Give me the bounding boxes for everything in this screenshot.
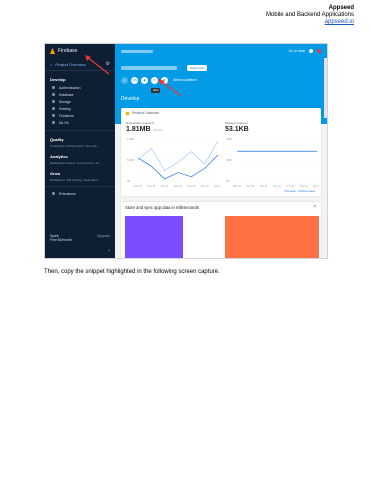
scrollbar[interactable] (324, 58, 327, 118)
series-line (137, 154, 219, 180)
stat-value: 1.81MB -46.3% (126, 126, 162, 133)
y-tick-label: 0B (127, 180, 130, 183)
x-tick-label: Nov 20 (148, 185, 156, 188)
x-tick-label: Nov 19 (134, 185, 142, 188)
notifications-icon[interactable] (309, 49, 313, 53)
grow-subtitle: Predictions, A/B Testing, Cloud Mes... (50, 178, 100, 182)
ios-button[interactable]: iOS (131, 76, 138, 84)
firebase-screenshot: Firebase ⌂ Project Overview ⚙ Develop Au… (44, 43, 328, 259)
promo-illustration (225, 216, 319, 258)
header-subtitle: Mobile and Backend Applications (265, 12, 354, 18)
plan-description: Free $0/month (50, 238, 73, 242)
x-tick-label: Nov 25 (214, 185, 220, 188)
top-bar: Go to docs (115, 44, 327, 58)
analytics-heading[interactable]: Analytics (45, 148, 115, 161)
users-icon (52, 86, 55, 89)
series-line (137, 140, 219, 171)
x-tick-label: Nov 21 (161, 185, 169, 188)
caption-text: Then, copy the snippet highlighted in th… (44, 269, 220, 275)
plan-block: Spark Free $0/month Upgrade (50, 234, 110, 242)
header-title: Appseed (328, 5, 354, 11)
x-tick-label: Nov 19 (233, 185, 241, 188)
plan-chip[interactable]: Spark plan (187, 65, 208, 71)
header-link[interactable]: appseed.io (266, 19, 354, 26)
firebase-logo-icon (50, 48, 55, 54)
grow-heading[interactable]: Grow (45, 165, 115, 178)
brand-label: Firebase (58, 48, 78, 54)
database-icon (52, 93, 55, 96)
sidebar-item-label: Functions (59, 113, 74, 118)
add-app-button[interactable]: + (121, 76, 128, 84)
x-tick-label: Nov 23 (188, 185, 196, 188)
x-tick-label: Nov 24 (300, 185, 308, 188)
sidebar-item-authentication[interactable]: Authentication (45, 84, 115, 91)
sidebar-item-database[interactable]: Database (45, 91, 115, 98)
project-title (121, 66, 177, 70)
upgrade-button[interactable]: Upgrade (97, 234, 110, 242)
ml-kit-icon (52, 121, 55, 124)
highlight-arrow (158, 79, 182, 97)
stat-delta: -46.3% (152, 128, 163, 132)
x-tick-label: Nov 20 (247, 185, 255, 188)
storage-chart: 75KB 50KB 0B Nov 19 Nov 20 Nov 21 Nov 22 Nov 23… (226, 138, 319, 188)
highlight-arrow (85, 55, 110, 75)
y-tick-label: 75KB (226, 138, 232, 141)
stat-label: Storage (current) (225, 121, 248, 125)
x-tick-label: Nov 25 (313, 185, 319, 188)
promo-card: Store and sync app data in milliseconds … (121, 202, 321, 258)
stat-label: Downloads (Current) (126, 121, 154, 125)
chart-legend: This week · Previous week (284, 190, 315, 193)
project-switcher[interactable] (121, 49, 153, 53)
y-tick-label: 50KB (226, 159, 232, 162)
sidebar-item-label: Database (59, 92, 74, 97)
functions-icon (52, 114, 55, 117)
x-tick-label: Nov 21 (260, 185, 268, 188)
stat-downloads: Downloads (Current) 1.81MB -46.3% (126, 121, 162, 133)
database-icon (126, 111, 129, 115)
collapse-chevron-icon[interactable]: ‹ (108, 248, 110, 254)
promo-title: Store and sync app data in milliseconds (125, 205, 199, 210)
section-title: Develop (121, 96, 140, 102)
sidebar-item-storage[interactable]: Storage (45, 98, 115, 105)
hosting-icon (52, 107, 55, 110)
sidebar-item-label: Storage (59, 99, 71, 104)
x-tick-label: Nov 23 (287, 185, 295, 188)
android-button[interactable]: ◆ (141, 76, 148, 84)
quality-heading[interactable]: Quality (45, 131, 115, 144)
promo-illustration (125, 216, 183, 258)
sidebar-divider (45, 186, 115, 187)
sidebar-item-mlkit[interactable]: ML Kit (45, 119, 115, 126)
avatar[interactable] (317, 49, 321, 53)
y-tick-label: 1.0MB (127, 138, 134, 141)
sidebar-item-label: Extensions (59, 191, 76, 196)
card-title-label: Realtime Database (132, 111, 160, 115)
stat-number: 1.81MB (126, 126, 151, 133)
extensions-icon (52, 192, 55, 195)
storage-icon (52, 100, 55, 103)
sidebar: Firebase ⌂ Project Overview ⚙ Develop Au… (45, 44, 115, 258)
docs-link[interactable]: Go to docs (289, 49, 305, 53)
top-bar-actions: Go to docs (289, 49, 321, 53)
sidebar-item-label: Hosting (59, 106, 71, 111)
stat-storage: Storage (current) 53.1KB (225, 121, 249, 133)
document-header: Appseed Mobile and Backend Applications … (266, 5, 354, 26)
database-card[interactable]: Realtime Database Downloads (Current) 1.… (121, 108, 321, 196)
sidebar-item-extensions[interactable]: Extensions (45, 190, 115, 197)
y-tick-label: 500KB (127, 159, 135, 162)
card-title: Realtime Database (126, 111, 159, 115)
close-icon[interactable]: × (313, 204, 316, 210)
home-icon: ⌂ (50, 61, 53, 67)
downloads-chart: 1.0MB 500KB 0B Nov 19 Nov 20 Nov 21 Nov 22 Nov … (127, 138, 220, 188)
x-tick-label: Nov 24 (201, 185, 209, 188)
sidebar-item-functions[interactable]: Functions (45, 112, 115, 119)
stat-number: 53.1KB (225, 126, 249, 133)
x-tick-label: Nov 22 (273, 185, 281, 188)
project-row: Spark plan (121, 64, 321, 72)
main-area: Go to docs Spark plan + iOS ◆ </> ⚙ Sele… (115, 44, 327, 258)
sidebar-item-label: ML Kit (59, 120, 69, 125)
sidebar-item-label: Authentication (59, 85, 81, 90)
sidebar-item-hosting[interactable]: Hosting (45, 105, 115, 112)
x-tick-label: Nov 22 (174, 185, 182, 188)
y-tick-label: 0B (226, 180, 229, 183)
